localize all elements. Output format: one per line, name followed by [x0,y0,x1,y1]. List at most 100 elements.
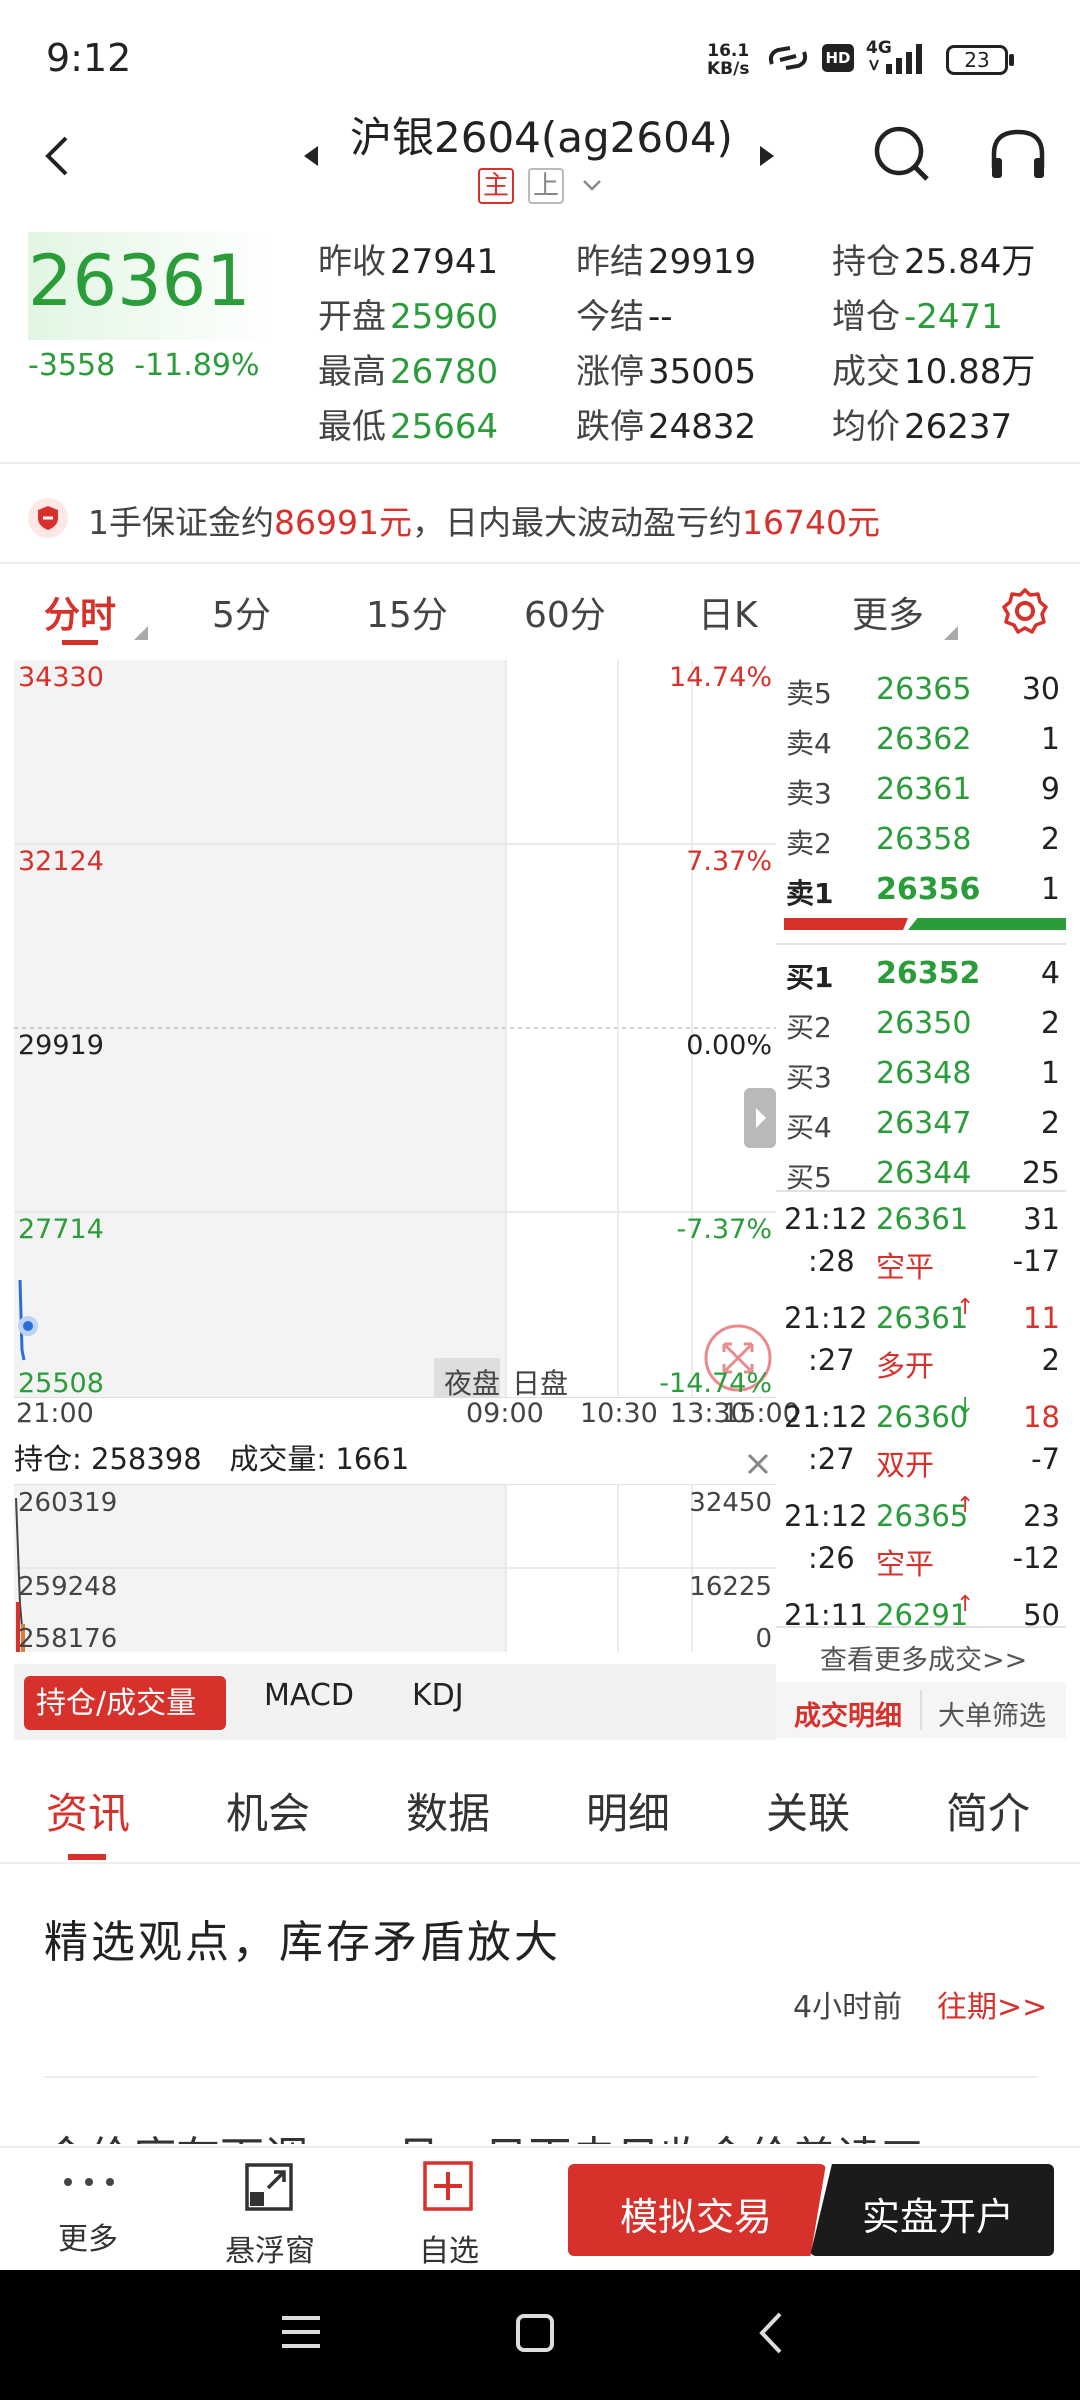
intraday-chart[interactable] [14,660,776,1398]
level-price: 26365 [876,672,972,707]
prev-contract-icon[interactable] [302,144,320,168]
news-time: 4小时前 [793,1990,903,2025]
news-tab[interactable]: 资讯 [46,1780,130,1841]
divider [0,1862,1080,1864]
news-tab[interactable]: 明细 [586,1780,670,1841]
news-tab[interactable]: 数据 [406,1780,490,1841]
real-account-button[interactable]: 实盘开户 [862,2186,1014,2241]
order-book-row: 买4 26347 2 [776,1098,1066,1148]
deal-time: 21:12 [784,1400,868,1434]
stat-label: 昨收 [318,242,386,282]
close-icon[interactable] [744,1450,772,1478]
level-qty: 2 [1040,1106,1060,1141]
home-icon[interactable] [514,2312,556,2354]
chart-tab[interactable]: 日K [698,586,758,638]
level-label: 卖5 [786,677,832,710]
deal-row: 21:12:27 26361 ↑ 11 多开 2 [776,1295,1066,1397]
oi-axis-label: 260319 [18,1488,118,1518]
back-arrow-icon[interactable] [40,134,76,178]
chart-tab[interactable]: 5分 [212,586,271,638]
margin-middle: ，日内最大波动盈亏约 [411,503,742,542]
order-book-row: 卖2 26358 2 [776,814,1066,864]
corner-triangle-icon [944,626,958,640]
news-next-headline[interactable]: 金价库存下调，一月；日丙夫日收金价盖读工 [44,2122,924,2144]
level-label: 卖3 [786,777,832,810]
level-price: 26347 [876,1106,972,1141]
indicator-tab[interactable]: KDJ [412,1678,464,1713]
chart-tab[interactable]: 15分 [366,586,448,638]
news-headline[interactable]: 精选观点，库存矛盾放大 [44,1906,561,1970]
oi-axis-label: 258176 [18,1624,118,1654]
divider [44,2076,1038,2078]
sim-trade-button[interactable]: 模拟交易 [620,2186,772,2241]
back-icon[interactable] [756,2310,786,2356]
level-price: 26344 [876,1156,972,1191]
price-axis-label: 29919 [18,1030,104,1061]
chart-tab[interactable]: 更多 [852,586,924,638]
news-tab[interactable]: 关联 [766,1780,850,1841]
deal-seconds: :28 [808,1244,855,1278]
quote-stat: 均价 26237 [832,399,1012,448]
next-contract-icon[interactable] [758,144,776,168]
level-qty: 4 [1040,956,1060,991]
divider [776,943,1066,945]
deal-row: 21:12:27 26360 ↓ 18 双开 -7 [776,1394,1066,1496]
deal-seconds: :27 [808,1442,855,1476]
level-qty: 2 [1040,1006,1060,1041]
tick-deals-list[interactable]: 21:12:28 26361 31 空平 -17 21:12:27 26361 ↑ 11 多开 2 2… [776,1196,1066,1626]
percent-axis-label: -7.37% [676,1214,772,1245]
level-label: 买2 [786,1011,832,1044]
deal-price: 26365 [876,1499,969,1533]
chart-tab[interactable]: 分时 [44,586,116,638]
oi-value: 258398 [91,1442,202,1476]
bid-ask-ratio-bar [784,916,1066,932]
headset-icon[interactable] [986,124,1050,184]
big-order-filter-tab[interactable]: 大单筛选 [938,1694,1046,1733]
add-watchlist-icon[interactable] [422,2160,474,2212]
deal-row: 21:12:26 26365 ↑ 23 空平 -12 [776,1493,1066,1595]
more-dots-icon[interactable] [62,2176,116,2188]
news-tab[interactable]: 机会 [226,1780,310,1841]
day-session-label: 日盘 [512,1367,569,1400]
menu-icon[interactable] [280,2312,322,2352]
level-price: 26356 [876,872,981,907]
search-icon[interactable] [872,124,932,184]
indicator-tab[interactable]: 持仓/成交量 [36,1678,196,1722]
level-label: 买1 [786,961,834,994]
stat-value: 25664 [390,407,499,447]
stat-value: 27941 [390,242,499,282]
day-session-bg [506,660,776,1398]
floating-window-icon[interactable] [244,2162,294,2212]
price-axis-label: 34330 [18,662,104,693]
watchlist-button[interactable]: 自选 [419,2226,479,2270]
battery-tip [1009,54,1014,66]
time-axis-label: 21:00 [16,1398,94,1429]
floating-window-button[interactable]: 悬浮窗 [225,2226,315,2270]
deal-detail-tab[interactable]: 成交明细 [794,1694,902,1733]
indicator-tab[interactable]: MACD [264,1678,354,1713]
gear-icon[interactable] [1000,586,1050,636]
news-tab[interactable]: 简介 [946,1780,1030,1841]
stat-value: 26237 [904,407,1013,447]
deal-direction-icon: ↑ [956,1493,975,1518]
percent-axis-label: -14.74% [659,1368,772,1399]
more-button[interactable]: 更多 [58,2214,118,2258]
quote-stat: 持仓 25.84万 [832,234,1035,283]
chevron-down-icon[interactable] [582,178,602,192]
deal-volume: 50 [1023,1598,1060,1626]
level-price: 26358 [876,822,972,857]
level-price: 26350 [876,1006,972,1041]
order-book-row: 卖4 26362 1 [776,714,1066,764]
stat-label: 昨结 [576,242,644,282]
past-issues-link[interactable]: 往期>> [937,1982,1047,2026]
divider [776,1190,1066,1192]
deal-oi-change: -12 [1012,1541,1060,1575]
stat-value: 10.88万 [904,352,1036,392]
deal-time: 21:12 [784,1301,868,1335]
stat-label: 增仓 [832,297,900,337]
more-deals-link[interactable]: 查看更多成交>> [820,1638,1027,1677]
swing-value: 16740元 [741,503,880,542]
chart-tab[interactable]: 60分 [524,586,606,638]
level-qty: 2 [1040,822,1060,857]
level-qty: 9 [1040,772,1060,807]
